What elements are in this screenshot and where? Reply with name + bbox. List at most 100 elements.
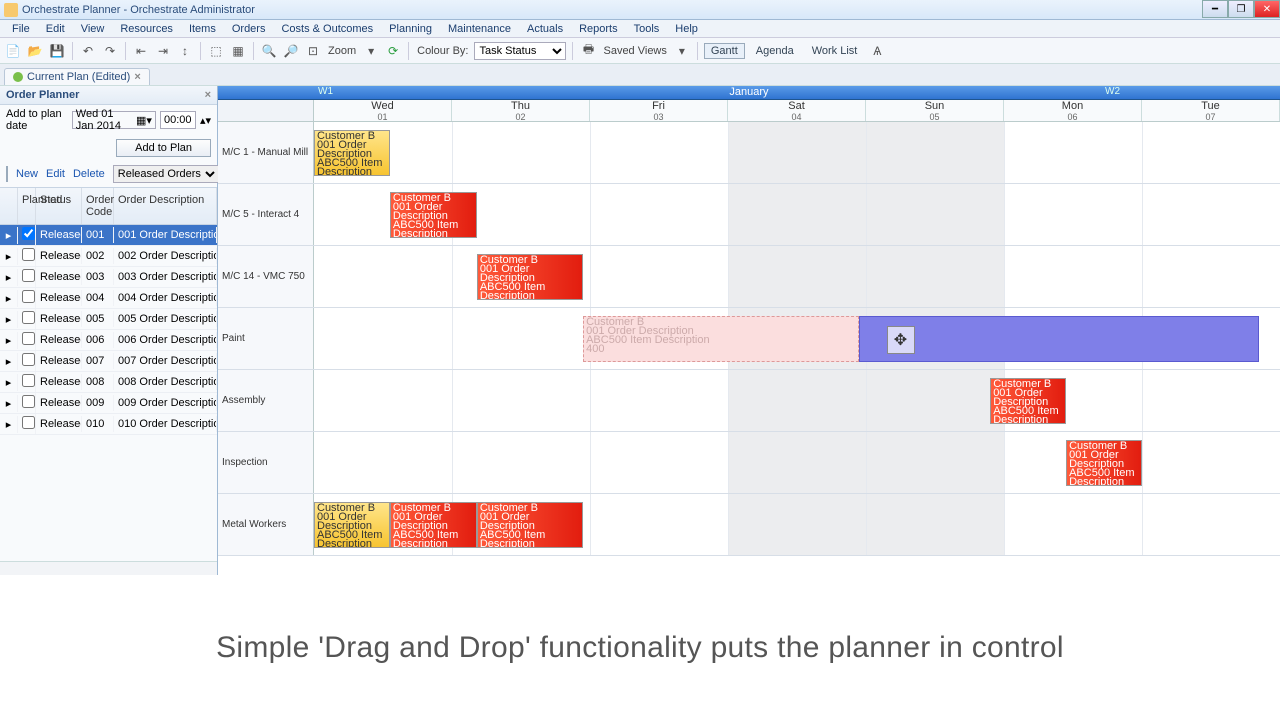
time-stepper-icon[interactable]: ▴▾ [200, 114, 211, 127]
status-dot-icon [13, 72, 23, 82]
menu-edit[interactable]: Edit [40, 22, 71, 36]
document-tabs: Current Plan (Edited) × [0, 64, 1280, 86]
gantt-task[interactable]: Customer B001 Order DescriptionABC500 It… [477, 254, 583, 300]
savedviews-dropdown-icon[interactable]: ▾ [673, 42, 691, 60]
menu-planning[interactable]: Planning [383, 22, 438, 36]
view-worklist-button[interactable]: Work List [805, 43, 865, 59]
zoom-out-icon[interactable]: 🔎 [282, 42, 300, 60]
zoom-fit-icon[interactable]: ⊡ [304, 42, 322, 60]
menu-file[interactable]: File [6, 22, 36, 36]
menu-resources[interactable]: Resources [114, 22, 179, 36]
colourby-select[interactable]: Task Status [474, 42, 566, 60]
open-icon[interactable]: 📂 [26, 42, 44, 60]
gantt-day-header: Wed01 Thu02 Fri03 Sat04 Sun05 Mon06 Tue0… [218, 100, 1280, 122]
view-agenda-button[interactable]: Agenda [749, 43, 801, 59]
resource-label: M/C 14 - VMC 750 [218, 246, 314, 307]
gantt-task[interactable]: Customer B001 Order DescriptionABC500 It… [314, 502, 390, 548]
menu-items[interactable]: Items [183, 22, 222, 36]
minimize-button[interactable]: ━ [1202, 0, 1228, 18]
order-row[interactable]: ▸Released008008 Order Description [0, 372, 217, 393]
indent-right-icon[interactable]: ⇥ [154, 42, 172, 60]
planned-checkbox[interactable] [22, 395, 35, 408]
refresh-icon[interactable]: ⟳ [384, 42, 402, 60]
planned-checkbox[interactable] [22, 332, 35, 345]
resource-label: Inspection [218, 432, 314, 493]
add-to-plan-button[interactable]: Add to Plan [116, 139, 211, 157]
undo-icon[interactable]: ↶ [79, 42, 97, 60]
tab-close-icon[interactable]: × [134, 71, 140, 83]
menu-tools[interactable]: Tools [628, 22, 666, 36]
edit-link[interactable]: Edit [46, 168, 65, 180]
resource-label: M/C 1 - Manual Mill [218, 122, 314, 183]
planned-checkbox[interactable] [22, 311, 35, 324]
panel-close-icon[interactable]: × [205, 89, 211, 101]
window-title: Orchestrate Planner - Orchestrate Admini… [22, 4, 255, 16]
gantt-task[interactable]: Customer B001 Order DescriptionABC500 It… [390, 502, 477, 548]
move-up-icon[interactable]: ↕ [176, 42, 194, 60]
order-row[interactable]: ▸Released009009 Order Description [0, 393, 217, 414]
print-icon[interactable]: 🖶 [579, 42, 597, 60]
order-filter-select[interactable]: Released Orders [113, 165, 219, 183]
menu-costs[interactable]: Costs & Outcomes [275, 22, 379, 36]
planned-checkbox[interactable] [22, 374, 35, 387]
order-row[interactable]: ▸Released001001 Order Description [0, 225, 217, 246]
planned-checkbox[interactable] [22, 248, 35, 261]
select-icon[interactable]: ⬚ [207, 42, 225, 60]
order-row[interactable]: ▸Released003003 Order Description [0, 267, 217, 288]
order-row[interactable]: ▸Released006006 Order Description [0, 330, 217, 351]
save-icon[interactable]: 💾 [48, 42, 66, 60]
gantt-task[interactable]: Customer B001 Order DescriptionABC500 It… [990, 378, 1066, 424]
grid-settings-icon[interactable] [6, 166, 8, 182]
gantt-task[interactable]: Customer B001 Order DescriptionABC500 It… [477, 502, 583, 548]
menu-reports[interactable]: Reports [573, 22, 624, 36]
redo-icon[interactable]: ↷ [101, 42, 119, 60]
horizontal-scrollbar[interactable] [0, 561, 217, 575]
maximize-button[interactable]: ❐ [1228, 0, 1254, 18]
indent-left-icon[interactable]: ⇤ [132, 42, 150, 60]
gantt-task[interactable] [859, 316, 1259, 362]
order-row[interactable]: ▸Released005005 Order Description [0, 309, 217, 330]
menu-maintenance[interactable]: Maintenance [442, 22, 517, 36]
gantt-chart[interactable]: W1 January W2 Wed01 Thu02 Fri03 Sat04 Su… [218, 86, 1280, 575]
planned-checkbox[interactable] [22, 416, 35, 429]
tab-label: Current Plan (Edited) [27, 71, 130, 83]
order-row[interactable]: ▸Released002002 Order Description [0, 246, 217, 267]
menu-help[interactable]: Help [669, 22, 704, 36]
new-link[interactable]: New [16, 168, 38, 180]
menu-bar: File Edit View Resources Items Orders Co… [0, 20, 1280, 38]
gantt-month-header: W1 January W2 [218, 86, 1280, 100]
new-icon[interactable]: 📄 [4, 42, 22, 60]
month-label: January [729, 86, 768, 98]
resource-label: Paint [218, 308, 314, 369]
plan-time-input[interactable] [160, 111, 196, 129]
menu-actuals[interactable]: Actuals [521, 22, 569, 36]
tab-current-plan[interactable]: Current Plan (Edited) × [4, 68, 150, 85]
zoom-dropdown-icon[interactable]: ▾ [362, 42, 380, 60]
marquee-icon[interactable]: ▦ [229, 42, 247, 60]
gantt-resource-row: AssemblyCustomer B001 Order DescriptionA… [218, 370, 1280, 432]
delete-link[interactable]: Delete [73, 168, 105, 180]
savedviews-label[interactable]: Saved Views [601, 45, 668, 57]
orders-grid[interactable]: ▸Released001001 Order Description▸Releas… [0, 225, 217, 561]
zoom-in-icon[interactable]: 🔍 [260, 42, 278, 60]
view-gantt-button[interactable]: Gantt [704, 43, 745, 59]
order-row[interactable]: ▸Released010010 Order Description [0, 414, 217, 435]
menu-view[interactable]: View [75, 22, 111, 36]
gantt-task[interactable]: Customer B001 Order DescriptionABC500 It… [390, 192, 477, 238]
zoom-label: Zoom [326, 45, 358, 57]
order-row[interactable]: ▸Released004004 Order Description [0, 288, 217, 309]
menu-orders[interactable]: Orders [226, 22, 272, 36]
gantt-task[interactable]: Customer B001 Order DescriptionABC500 It… [583, 316, 859, 362]
gantt-resource-row: Metal WorkersCustomer B001 Order Descrip… [218, 494, 1280, 556]
gantt-task[interactable]: Customer B001 Order DescriptionABC500 It… [1066, 440, 1142, 486]
planned-checkbox[interactable] [22, 227, 35, 240]
close-button[interactable]: ✕ [1254, 0, 1280, 18]
planned-checkbox[interactable] [22, 269, 35, 282]
spellcheck-icon[interactable]: Ѧ [868, 42, 886, 60]
order-row[interactable]: ▸Released007007 Order Description [0, 351, 217, 372]
planned-checkbox[interactable] [22, 290, 35, 303]
planned-checkbox[interactable] [22, 353, 35, 366]
window-titlebar: Orchestrate Planner - Orchestrate Admini… [0, 0, 1280, 20]
gantt-task[interactable]: Customer B001 Order DescriptionABC500 It… [314, 130, 390, 176]
plan-date-picker[interactable]: Wed 01 Jan 2014▦▾ [72, 111, 156, 129]
